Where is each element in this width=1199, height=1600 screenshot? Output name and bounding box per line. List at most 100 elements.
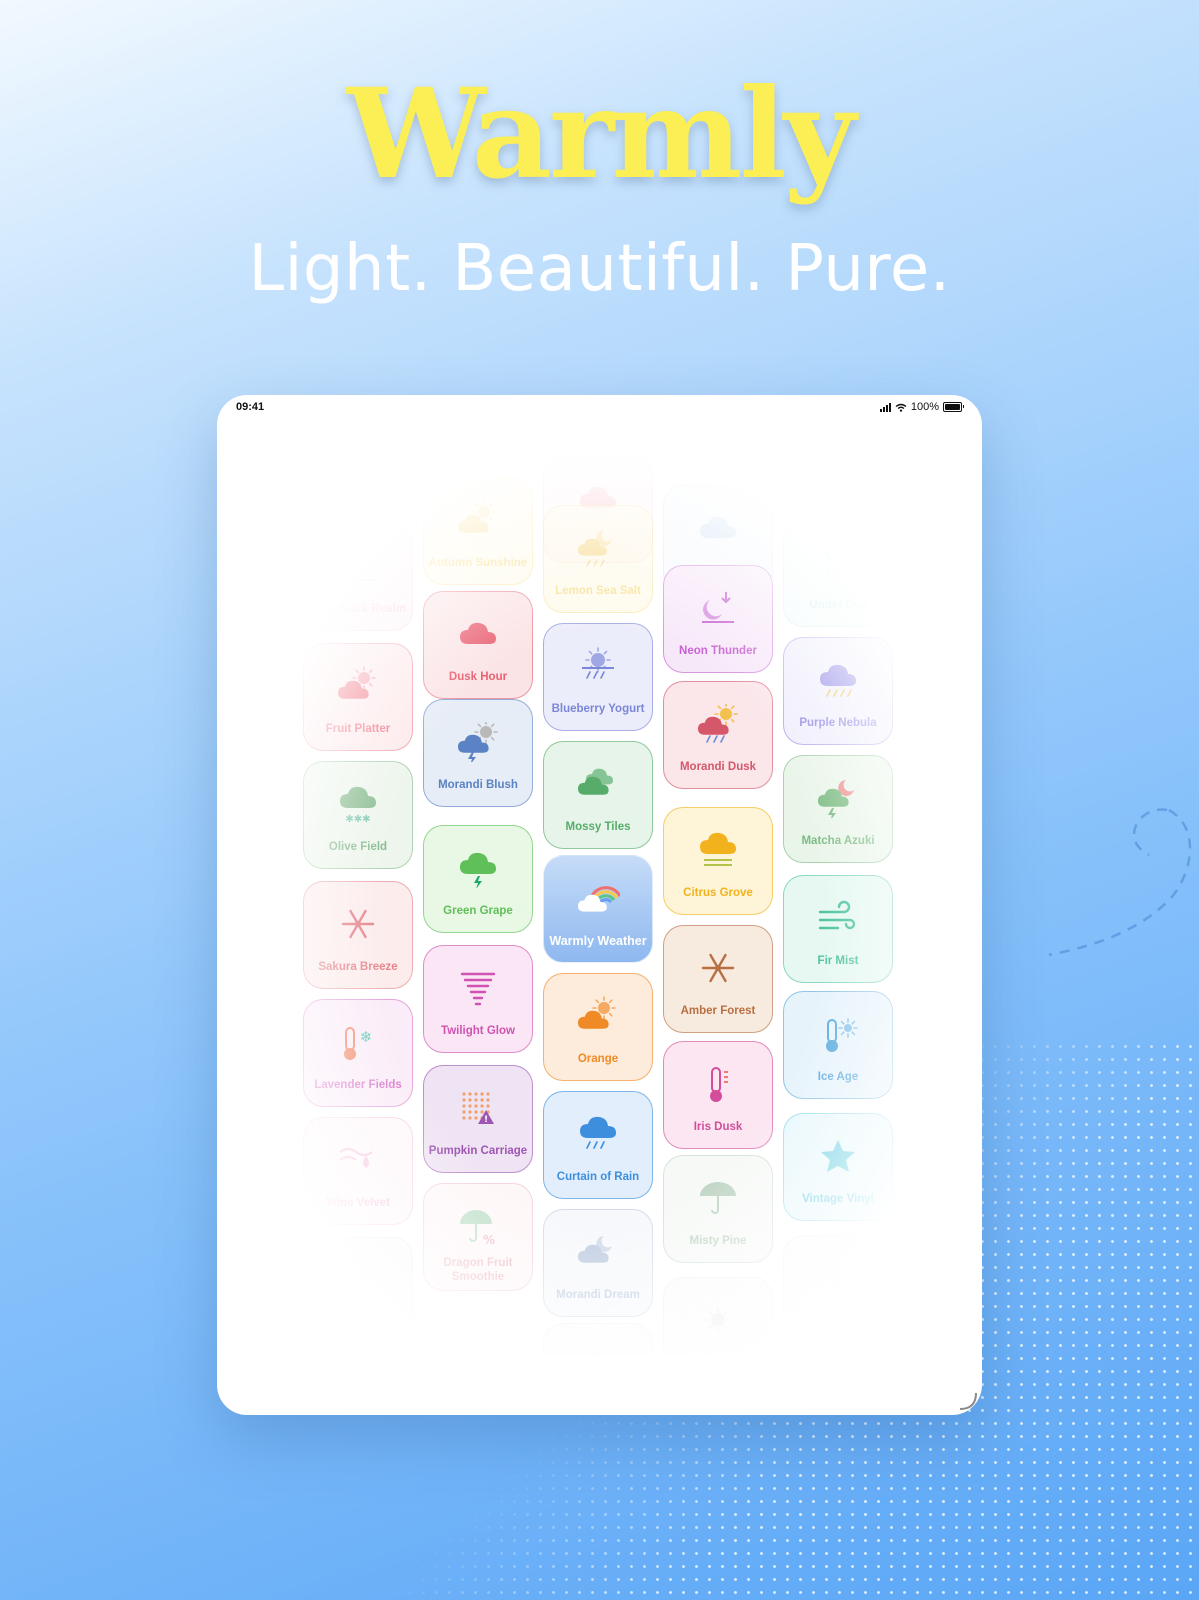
theme-tile-label: Ice Age [817,1071,859,1083]
battery-icon [943,402,964,412]
moonrise-icon [342,548,374,581]
theme-tile-label: Autumn Sunshine [428,557,528,569]
snowflake-icon [341,909,375,939]
sun-icon [705,1307,731,1333]
humidity-wind-icon [339,1147,373,1168]
clouds-icon [578,768,613,795]
theme-tile-label: Purple Nebula [799,717,877,729]
umbrella-icon [700,1182,736,1214]
theme-tile[interactable]: Green Grape [423,825,533,933]
theme-tile[interactable]: Purple Nebula [783,637,893,745]
theme-tile[interactable]: Pink Black Realm [303,523,413,631]
umbrella-percent-icon: % [460,1210,495,1246]
theme-tile-label: Pumpkin Carriage [428,1145,528,1157]
theme-tile-label: Olive Field [328,841,388,853]
cloud-icon [700,516,736,538]
theme-tile-label: Mossy Tiles [565,821,631,833]
status-time: 09:41 [236,401,265,413]
theme-tile-label: Dusk Hour [448,671,508,683]
theme-tile[interactable]: Fruit Platter [303,643,413,751]
theme-tile-label: Neon Thunder [679,645,757,657]
theme-tile[interactable]: ! Pumpkin Carriage [423,1065,533,1173]
theme-tile[interactable]: Warmly Weather [543,855,653,963]
theme-tile[interactable]: Neon Thunder [663,565,773,673]
battery-percent: 100% [910,401,939,413]
theme-tile-label: Fruit Platter [325,723,391,735]
cloud-moon-thunder-icon [818,780,854,818]
theme-tile[interactable] [303,1237,413,1345]
svg-text:%: % [483,1233,495,1246]
theme-tile-label: Amber Forest [680,1005,756,1017]
theme-tile[interactable]: Ice Age [783,991,893,1099]
theme-tile-label: Dragon Fruit Smoothie [443,1257,513,1283]
partly-sunny-icon [458,500,496,533]
theme-tile[interactable]: Lemon Sea Salt [543,505,653,613]
theme-tile-label: Twilight Glow [441,1025,515,1037]
status-bar: 09:41 100% [217,395,982,421]
theme-tile[interactable]: Dusk Hour [423,591,533,699]
theme-tile[interactable]: Morandi Blush [423,699,533,807]
sun-icon [585,1353,611,1379]
theme-grid: Autumn SunshineLemon Sea SaltSunny NoonU… [297,455,907,1415]
theme-tile[interactable]: Citrus Grove [663,807,773,915]
theme-tile-label: Under Sea [809,599,867,611]
moonset-icon [702,592,734,623]
partly-sunny-icon [578,996,616,1029]
theme-tile[interactable]: ✱✱✱ Olive Field [303,761,413,869]
theme-tile[interactable]: Misty Pine [663,1155,773,1263]
theme-tile[interactable]: Vintage Vinyl [783,1113,893,1221]
sun-icon [825,1265,851,1291]
theme-tile[interactable]: Morandi Dusk [663,681,773,789]
svg-text:✱✱✱: ✱✱✱ [345,814,370,824]
theme-tile[interactable]: Wine Velvet [303,1117,413,1225]
theme-tile-label: Green Grape [443,905,513,917]
theme-tile-label: Morandi Dream [556,1289,640,1301]
theme-tile[interactable]: Orange [543,973,653,1081]
theme-tile[interactable]: Amber Forest [663,925,773,1033]
dust-warning-icon: ! [462,1092,494,1125]
dashed-arc-decoration [1048,808,1192,957]
theme-tile-label: Pink Black Realm [310,603,406,615]
theme-tile-label: Citrus Grove [683,887,753,899]
theme-tile[interactable] [543,1323,653,1415]
cloud-snow-icon: ✱✱✱ [340,786,376,824]
theme-tile[interactable]: Under Sea [783,519,893,627]
thermometer-sun-icon [826,1018,858,1052]
snowflake-icon [701,953,735,983]
theme-tile[interactable]: Sakura Breeze [303,881,413,989]
sun-cloud-rain-icon [698,704,738,743]
theme-tile[interactable]: ❄ Lavender Fields [303,999,413,1107]
svg-text:!: ! [484,1115,488,1125]
svg-text:❄: ❄ [360,1028,373,1046]
moon-rain-icon [824,546,852,577]
theme-tile[interactable]: Blueberry Yogurt [543,623,653,731]
thermometer-icon [710,1067,728,1102]
app-title: Warmly [346,62,856,207]
theme-tile[interactable]: Mossy Tiles [543,741,653,849]
theme-tile[interactable]: Matcha Azuki [783,755,893,863]
cloud-thunder-icon [460,852,496,888]
theme-tile-label: Fir Mist [817,955,859,967]
thermometer-snow-icon: ❄ [344,1027,373,1060]
cloud-moon-icon [578,1236,612,1263]
tornado-icon [460,972,496,1006]
theme-tile-label: Curtain of Rain [556,1171,640,1183]
theme-tile-label: Morandi Dusk [679,761,757,773]
partly-sunny-icon [338,666,376,699]
cloud-fog-icon [700,832,736,866]
theme-tile[interactable]: Morandi Dream [543,1209,653,1317]
theme-tile[interactable]: Iris Dusk [663,1041,773,1149]
theme-tile[interactable]: % Dragon Fruit Smoothie [423,1183,533,1291]
theme-tile-label: Lavender Fields [314,1079,402,1091]
theme-tile-label: Iris Dusk [693,1121,743,1133]
cloud-moon-rain-icon [578,530,612,567]
theme-tile[interactable]: Twilight Glow [423,945,533,1053]
theme-tile-label: Lemon Sea Salt [555,585,641,597]
theme-tile[interactable] [783,1235,893,1343]
theme-tile[interactable]: Fir Mist [783,875,893,983]
theme-tile-label: Morandi Blush [438,779,518,791]
theme-tile[interactable]: Curtain of Rain [543,1091,653,1199]
theme-tile[interactable] [663,1277,773,1385]
theme-tile-label: Matcha Azuki [801,835,875,847]
theme-tile[interactable]: Autumn Sunshine [423,477,533,585]
